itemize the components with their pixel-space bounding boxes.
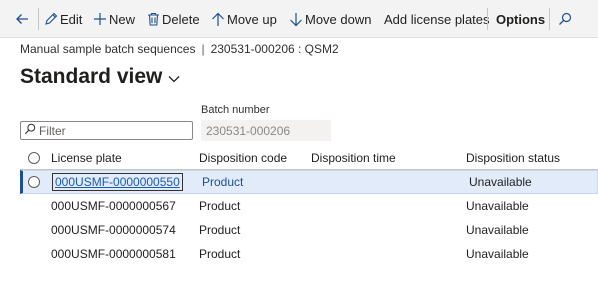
license-plate-cell[interactable]: 000USMF-0000000550 [52, 171, 183, 193]
edit-button[interactable]: Edit [44, 8, 82, 30]
batch-number-field: 230531-000206 [201, 120, 331, 141]
form-caption: Manual sample batch sequences | 230531-000… [20, 42, 339, 56]
arrow-down-icon [289, 12, 303, 27]
disposition-code-cell[interactable]: Product [199, 194, 240, 218]
delete-button[interactable]: Delete [147, 8, 200, 30]
move-up-button[interactable]: Move up [211, 8, 277, 30]
disposition-status-cell: Unavailable [466, 199, 529, 213]
disposition-code-cell[interactable]: Product [199, 218, 240, 242]
toolbar-separator [549, 8, 550, 30]
add-license-plates-button[interactable]: Add license plates [384, 8, 490, 30]
toolbar-separator [38, 8, 39, 30]
license-plate-cell[interactable]: 000USMF-0000000567 [51, 194, 176, 218]
grid-header: License plate Disposition code Dispositi… [20, 147, 598, 170]
column-header-disposition-status[interactable]: Disposition status [466, 147, 560, 169]
license-plate-link[interactable]: 000USMF-0000000550 [52, 173, 183, 191]
select-all-checkbox[interactable] [20, 147, 48, 169]
caption-separator: | [201, 42, 205, 56]
edit-button-label: Edit [60, 11, 83, 27]
plus-icon [93, 12, 107, 26]
license-plate-grid: License plate Disposition code Dispositi… [20, 147, 598, 266]
batch-number-label: Batch number [201, 104, 270, 116]
move-down-button-label: Move down [305, 11, 372, 27]
table-row[interactable]: 000USMF-0000000567 Product Unavailable [20, 194, 598, 218]
add-license-plates-button-label: Add license plates [384, 11, 490, 27]
trash-icon [147, 12, 160, 26]
new-button[interactable]: New [93, 8, 135, 30]
page-title: Standard view [20, 65, 163, 88]
disposition-code-cell[interactable]: Product [199, 242, 240, 266]
disposition-status-cell: Unavailable [466, 247, 529, 261]
table-row[interactable]: 000USMF-0000000581 Product Unavailable [20, 242, 598, 266]
row-select[interactable] [20, 171, 48, 193]
form-name: Manual sample batch sequences [20, 42, 196, 56]
select-all-radio[interactable] [28, 152, 40, 164]
delete-button-label: Delete [162, 11, 200, 27]
column-header-disposition-code[interactable]: Disposition code [199, 147, 287, 169]
arrow-up-icon [211, 12, 225, 27]
page: Edit New Delete Move up Move down Add li… [0, 0, 598, 289]
filter-input[interactable] [39, 123, 189, 138]
disposition-status-cell: Unavailable [466, 223, 529, 237]
search-icon [558, 12, 572, 26]
back-arrow-icon [14, 11, 30, 27]
record-caption: 230531-000206 : QSM2 [210, 42, 339, 56]
action-pane: Edit New Delete Move up Move down Add li… [0, 0, 598, 38]
filter-search-icon [24, 122, 36, 140]
disposition-status-cell: Unavailable [469, 175, 532, 189]
chevron-down-icon [162, 65, 180, 89]
license-plate-cell[interactable]: 000USMF-0000000574 [51, 218, 176, 242]
options-tab[interactable]: Options [496, 8, 545, 30]
move-up-button-label: Move up [227, 11, 277, 27]
back-button[interactable] [14, 8, 32, 30]
filter-box[interactable] [20, 121, 193, 140]
license-plate-cell[interactable]: 000USMF-0000000581 [51, 242, 176, 266]
search-button[interactable] [558, 8, 574, 30]
view-selector[interactable]: Standard view [20, 63, 180, 91]
column-header-license-plate[interactable]: License plate [51, 147, 122, 169]
new-button-label: New [109, 11, 136, 27]
disposition-code-cell[interactable]: Product [202, 171, 243, 193]
table-row[interactable]: 000USMF-0000000574 Product Unavailable [20, 218, 598, 242]
pencil-icon [44, 12, 58, 26]
table-row[interactable]: 000USMF-0000000550 Product Unavailable [20, 170, 598, 194]
row-select-radio[interactable] [28, 176, 40, 188]
move-down-button[interactable]: Move down [289, 8, 371, 30]
toolbar-separator [487, 8, 488, 30]
options-tab-label: Options [496, 11, 546, 27]
column-header-disposition-time[interactable]: Disposition time [311, 147, 396, 169]
